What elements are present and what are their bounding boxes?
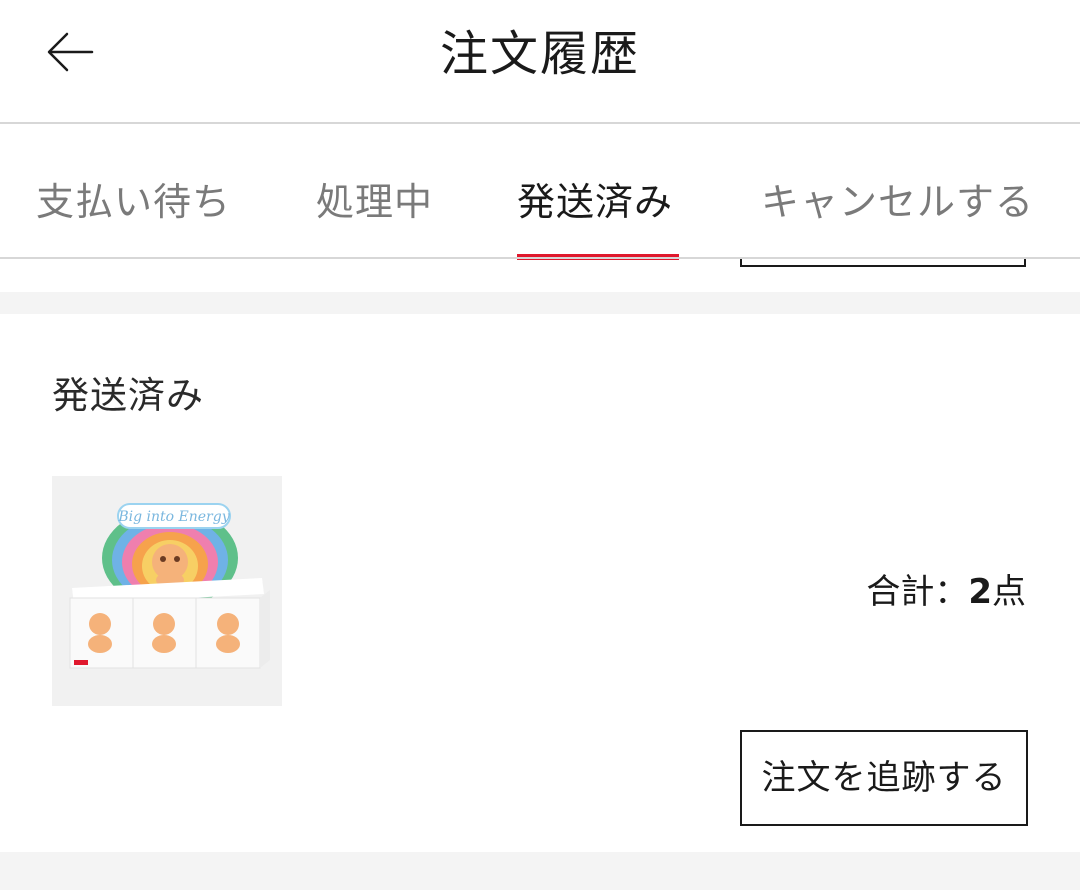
tab-awaiting-payment[interactable]: 支払い待ち: [36, 174, 231, 230]
product-logo-text: Big into Energy: [117, 509, 230, 525]
tab-processing[interactable]: 処理中: [316, 174, 433, 230]
total-count: 2: [968, 572, 992, 612]
header-bar: 注文履歴: [0, 0, 1080, 122]
order-status-tabs: 支払い待ち 処理中 発送済み キャンセルする: [0, 124, 1080, 260]
order-total: 合計：2点: [866, 570, 1026, 614]
product-image: Big into Energy: [52, 476, 282, 706]
page-title: 注文履歴: [439, 26, 640, 82]
tab-shipped[interactable]: 発送済み: [517, 174, 673, 230]
section-separator: [0, 292, 1080, 314]
track-order-button[interactable]: 注文を追跡する: [740, 730, 1028, 826]
product-thumbnail[interactable]: Big into Energy: [52, 476, 282, 706]
order-status-label: 発送済み: [52, 374, 204, 417]
previous-order-button-edge: [740, 259, 1026, 267]
order-card[interactable]: 発送済み Big into Energy 合計：2点 注文を追跡する: [0, 314, 1080, 852]
total-unit: 点: [992, 572, 1026, 612]
tab-cancel[interactable]: キャンセルする: [761, 174, 1034, 230]
section-separator-bottom: [0, 852, 1080, 890]
total-label: 合計：: [866, 572, 969, 612]
